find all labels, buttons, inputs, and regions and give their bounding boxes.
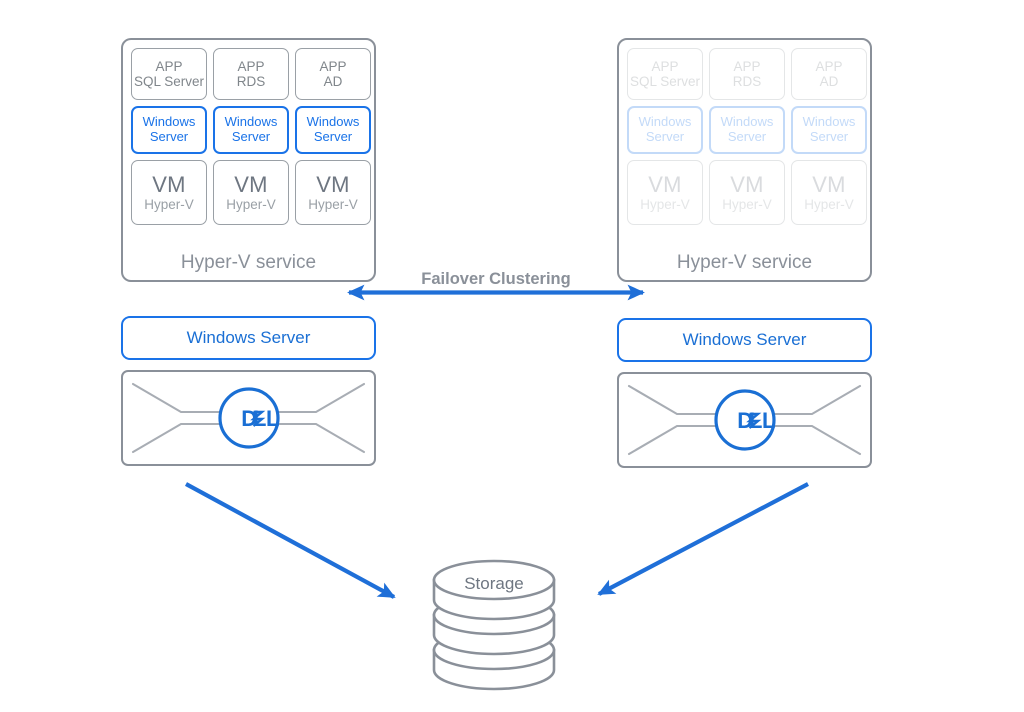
dell-logo-wordmark: D LL <box>737 408 775 433</box>
app-label-line1: APP <box>733 58 761 74</box>
guest-os-label-line2: Server <box>149 129 189 144</box>
guest-os-box-3[interactable]: Windows Server <box>295 106 371 154</box>
app-box-sql-server[interactable]: APP SQL Server <box>627 48 703 100</box>
vm-label-line2: Hyper-V <box>804 197 854 213</box>
vm-box-1[interactable]: VM Hyper-V <box>627 160 703 225</box>
guest-os-label-line1: Windows <box>142 114 196 130</box>
failover-clustering-label: Failover Clustering <box>421 270 571 288</box>
vm-label-line1: VM <box>234 171 268 197</box>
guest-os-box-3[interactable]: Windows Server <box>791 106 867 154</box>
dell-logo-wordmark: D LL <box>241 406 279 431</box>
app-box-sql-server[interactable]: APP SQL Server <box>131 48 207 100</box>
guest-os-label-line1: Windows <box>306 114 360 130</box>
guest-os-label-line2: Server <box>231 129 271 144</box>
guest-os-label-line1: Windows <box>224 114 278 130</box>
vm-label-line1: VM <box>152 171 186 197</box>
guest-os-box-2[interactable]: Windows Server <box>213 106 289 154</box>
vm-label-line2: Hyper-V <box>640 197 690 213</box>
host-stack-grid-right: APP SQL Server APP RDS APP AD Windows Se… <box>627 48 867 225</box>
arrow-right-node-to-storage <box>597 482 809 596</box>
vm-label-line2: Hyper-V <box>308 197 358 213</box>
app-label-line2: RDS <box>236 74 266 89</box>
app-label-line2: AD <box>323 74 343 89</box>
app-label-line1: APP <box>651 58 679 74</box>
guest-os-label-line1: Windows <box>638 114 692 130</box>
storage-cylinder[interactable]: Storage <box>428 558 560 699</box>
dell-server-box-left[interactable]: D LL <box>121 370 376 466</box>
vm-label-line2: Hyper-V <box>722 197 772 213</box>
vm-box-2[interactable]: VM Hyper-V <box>213 160 289 225</box>
vm-box-2[interactable]: VM Hyper-V <box>709 160 785 225</box>
diagram-canvas: APP SQL Server APP RDS APP AD Windows Se… <box>0 0 1024 712</box>
host-os-label-right: Windows Server <box>682 330 807 349</box>
guest-os-label-line2: Server <box>727 129 767 144</box>
guest-os-box-2[interactable]: Windows Server <box>709 106 785 154</box>
app-box-rds[interactable]: APP RDS <box>709 48 785 100</box>
app-label-line2: SQL Server <box>629 74 701 89</box>
vm-label-line2: Hyper-V <box>144 197 194 213</box>
guest-os-label-line1: Windows <box>720 114 774 130</box>
app-label-line1: APP <box>155 58 183 74</box>
app-box-ad[interactable]: APP AD <box>791 48 867 100</box>
guest-os-label-line2: Server <box>645 129 685 144</box>
vm-label-line1: VM <box>812 171 846 197</box>
hyperv-host-panel-left[interactable]: APP SQL Server APP RDS APP AD Windows Se… <box>121 38 376 282</box>
host-os-label-left: Windows Server <box>186 328 311 347</box>
vm-box-1[interactable]: VM Hyper-V <box>131 160 207 225</box>
app-label-line2: RDS <box>732 74 762 89</box>
host-os-bar-left[interactable]: Windows Server <box>121 316 376 360</box>
dell-server-graphic-left: D LL <box>131 382 366 454</box>
guest-os-box-1[interactable]: Windows Server <box>627 106 703 154</box>
guest-os-label-line2: Server <box>809 129 849 144</box>
host-stack-grid-left: APP SQL Server APP RDS APP AD Windows Se… <box>131 48 371 225</box>
arrow-left-node-to-storage <box>184 482 396 599</box>
vm-label-line1: VM <box>730 171 764 197</box>
vm-label-line2: Hyper-V <box>226 197 276 213</box>
hyperv-service-label-left: Hyper-V service <box>180 252 317 273</box>
app-label-line1: APP <box>237 58 265 74</box>
app-label-line1: APP <box>815 58 843 74</box>
guest-os-label-line2: Server <box>313 129 353 144</box>
vm-box-3[interactable]: VM Hyper-V <box>791 160 867 225</box>
storage-label: Storage <box>464 574 524 593</box>
dell-server-box-right[interactable]: D LL <box>617 372 872 468</box>
app-label-line2: SQL Server <box>133 74 205 89</box>
vm-label-line1: VM <box>648 171 682 197</box>
guest-os-label-line1: Windows <box>802 114 856 130</box>
dell-server-graphic-right: D LL <box>627 384 862 456</box>
guest-os-box-1[interactable]: Windows Server <box>131 106 207 154</box>
vm-label-line1: VM <box>316 171 350 197</box>
app-box-rds[interactable]: APP RDS <box>213 48 289 100</box>
hyperv-host-panel-right[interactable]: APP SQL Server APP RDS APP AD Windows Se… <box>617 38 872 282</box>
hyperv-service-label-right: Hyper-V service <box>676 252 813 273</box>
vm-box-3[interactable]: VM Hyper-V <box>295 160 371 225</box>
host-os-bar-right[interactable]: Windows Server <box>617 318 872 362</box>
app-box-ad[interactable]: APP AD <box>295 48 371 100</box>
app-label-line2: AD <box>819 74 839 89</box>
app-label-line1: APP <box>319 58 347 74</box>
